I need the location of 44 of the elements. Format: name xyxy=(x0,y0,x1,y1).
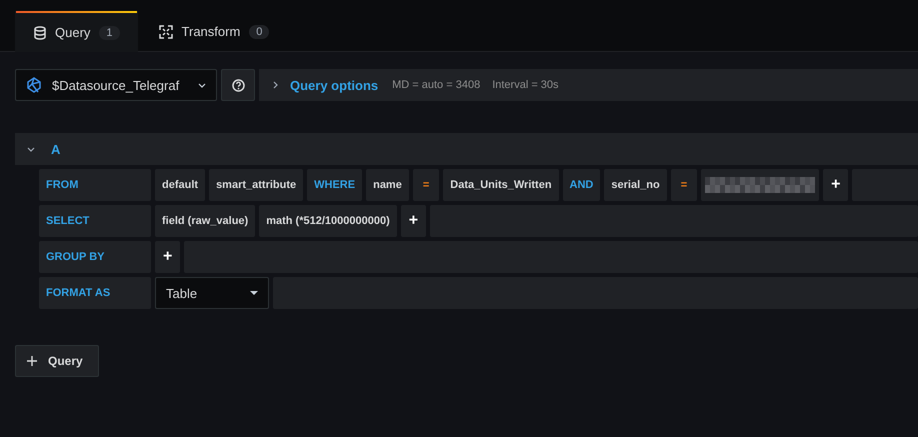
redacted-value[interactable] xyxy=(701,169,820,201)
add-segment-button[interactable]: + xyxy=(823,169,848,201)
query-segment[interactable]: Data_Units_Written xyxy=(443,169,559,201)
add-segment-button[interactable]: + xyxy=(155,241,180,273)
plus-icon xyxy=(27,356,37,366)
query-segment[interactable]: default xyxy=(155,169,206,201)
format-select[interactable]: Table xyxy=(155,277,269,309)
query-ref-label: A xyxy=(51,142,60,156)
keyword-label: AND xyxy=(562,169,600,201)
collapse-bar[interactable]: A xyxy=(15,133,918,165)
query-segment[interactable]: field (raw_value) xyxy=(155,205,256,237)
pixelated-blur-icon xyxy=(705,177,816,193)
query-segment[interactable]: name xyxy=(366,169,409,201)
clause-label: FROM xyxy=(39,169,151,201)
clause-label: GROUP BY xyxy=(39,241,151,273)
chevron-down-icon xyxy=(198,82,206,88)
operator-segment[interactable]: = xyxy=(670,169,698,201)
datasource-picker[interactable]: $Datasource_Telegraf xyxy=(15,69,217,101)
tab-label: Transform xyxy=(182,24,240,39)
add-query-button[interactable]: Query xyxy=(15,345,99,377)
clause-label: FORMAT AS xyxy=(39,277,151,309)
query-options-link[interactable]: Query options xyxy=(290,78,378,92)
datasource-icon xyxy=(26,77,42,93)
tab[interactable]: Transform 0 xyxy=(140,11,288,51)
query-segment[interactable]: smart_attribute xyxy=(209,169,304,201)
help-icon xyxy=(232,78,244,92)
tab-label: Query xyxy=(55,25,90,40)
operator-segment[interactable]: = xyxy=(412,169,440,201)
interval-text: Interval = 30s xyxy=(492,79,559,91)
caret-icon xyxy=(250,291,258,295)
keyword-label: WHERE xyxy=(307,169,362,201)
chevron-down-icon xyxy=(27,146,35,152)
transform-icon xyxy=(158,24,173,38)
count-badge: 0 xyxy=(249,24,270,38)
query-segment[interactable]: serial_no xyxy=(604,169,667,201)
database-icon xyxy=(34,26,46,40)
query-segment[interactable]: math (*512/1000000000) xyxy=(259,205,397,237)
tab[interactable]: Query 1 xyxy=(15,11,138,52)
help-button[interactable] xyxy=(221,69,255,101)
clause-label: SELECT xyxy=(39,205,151,237)
chevron-right-icon xyxy=(273,81,278,89)
count-badge: 1 xyxy=(99,26,120,40)
max-data-points-text: MD = auto = 3408 xyxy=(392,79,480,91)
add-segment-button[interactable]: + xyxy=(400,205,426,237)
